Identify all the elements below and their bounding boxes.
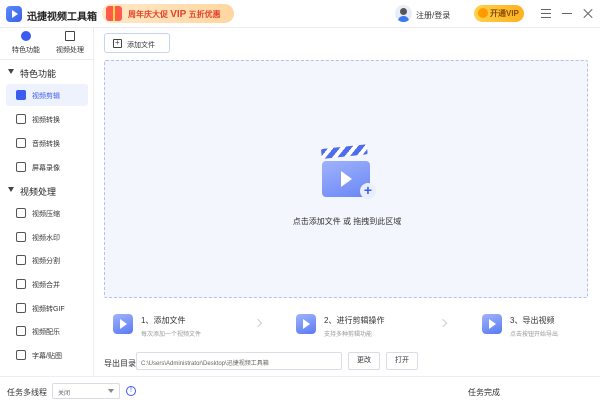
chevron-down-icon	[108, 389, 114, 393]
sidebar-item-video-convert[interactable]: 视频转换	[6, 108, 88, 130]
step-title: 3、导出视频	[510, 316, 555, 325]
music-icon	[16, 326, 26, 336]
step-desc: 点击按钮开始导出	[510, 332, 559, 338]
sidebar-item-video-edit[interactable]: 视频剪辑	[6, 84, 88, 106]
sidebar-item-screen-record[interactable]: 屏幕录像	[6, 156, 88, 178]
close-icon[interactable]	[582, 7, 594, 19]
output-path-field[interactable]: C:\Users\Administrator\Desktop\迅捷视频工具箱	[136, 352, 342, 370]
tab-video-processing[interactable]: 视频处理	[48, 31, 92, 59]
menu-icon[interactable]	[540, 7, 552, 19]
sidebar: 特色功能 视频处理 特色功能 视频剪辑 视频转换 音频转换 屏幕录像 视频处理 …	[0, 28, 94, 376]
sidebar-item-label: 视频转换	[32, 117, 60, 124]
subtitle-icon	[16, 350, 26, 360]
sidebar-item-video-to-gif[interactable]: 视频转GIF	[6, 297, 88, 319]
sidebar-item-label: 字幕/贴图	[32, 353, 62, 360]
video-convert-icon	[16, 114, 26, 124]
step-export: 3、导出视频 点击按钮开始导出	[482, 312, 600, 342]
video-icon	[65, 31, 75, 41]
avatar[interactable]	[395, 5, 412, 22]
sidebar-item-label: 视频转GIF	[32, 306, 65, 313]
promo-text: 周年庆大促 VIP 五折优惠	[128, 9, 221, 20]
group-video-processing[interactable]: 视频处理	[0, 182, 94, 200]
group-featured-label: 特色功能	[20, 69, 57, 79]
step-title: 2、进行剪辑操作	[324, 316, 385, 325]
step-title: 1、添加文件	[141, 316, 186, 325]
caret-down-icon	[8, 187, 14, 192]
promo-prefix: 周年庆大促	[128, 10, 168, 19]
sidebar-item-label: 视频配乐	[32, 329, 60, 336]
multithread-label: 任务多线程	[7, 388, 47, 397]
export-video-icon	[482, 314, 502, 334]
vip-button-label: 开通VIP	[490, 9, 519, 18]
step-desc: 支持多种剪辑功能	[324, 332, 373, 338]
sidebar-item-video-compress[interactable]: 视频压缩	[6, 202, 88, 224]
sidebar-item-label: 视频压缩	[32, 211, 60, 218]
app-logo-icon	[6, 6, 22, 22]
add-file-icon	[113, 38, 122, 48]
sidebar-item-audio-convert[interactable]: 音频转换	[6, 132, 88, 154]
sidebar-tabs: 特色功能 视频处理	[0, 28, 94, 60]
sidebar-item-video-split[interactable]: 视频分割	[6, 249, 88, 271]
add-file-button-label: 添加文件	[127, 42, 155, 49]
sidebar-item-subtitle-sticker[interactable]: 字幕/贴图	[6, 344, 88, 366]
sidebar-item-label: 音频转换	[32, 141, 60, 148]
add-file-button[interactable]: 添加文件	[104, 33, 170, 53]
tab-featured[interactable]: 特色功能	[4, 31, 48, 59]
sidebar-item-label: 视频合并	[32, 282, 60, 289]
caret-down-icon	[8, 69, 14, 74]
status-bar: 任务多线程 关闭 ! 任务完成	[0, 376, 600, 404]
gif-icon	[16, 303, 26, 313]
tab-featured-label: 特色功能	[12, 47, 40, 54]
promo-banner[interactable]: 周年庆大促 VIP 五折优惠	[102, 4, 234, 23]
vip-button[interactable]: 开通VIP	[474, 5, 524, 22]
watermark-icon	[16, 232, 26, 242]
plus-icon: +	[360, 183, 376, 199]
open-dir-button[interactable]: 打开	[386, 352, 418, 370]
help-icon[interactable]: !	[126, 386, 136, 396]
step-desc: 每次添加一个视频文件	[141, 332, 202, 338]
minimize-icon[interactable]	[561, 7, 573, 19]
sidebar-item-label: 视频分割	[32, 258, 60, 265]
change-dir-button[interactable]: 更改	[348, 352, 380, 370]
login-link[interactable]: 注册/登录	[416, 10, 450, 21]
group-featured[interactable]: 特色功能	[0, 64, 94, 82]
promo-vip: VIP	[170, 9, 187, 20]
screen-record-icon	[16, 162, 26, 172]
step-add-file: 1、添加文件 每次添加一个视频文件	[113, 312, 263, 342]
add-video-icon	[113, 314, 133, 334]
video-edit-icon	[16, 90, 26, 100]
crown-icon	[478, 8, 488, 18]
sidebar-item-label: 视频剪辑	[32, 93, 60, 100]
output-dir-label: 导出目录	[104, 359, 136, 368]
promo-suffix: 五折优惠	[188, 10, 221, 19]
task-complete-label: 任务完成	[468, 388, 500, 397]
merge-icon	[16, 279, 26, 289]
file-drop-zone[interactable]: + 点击添加文件 或 拖拽到此区域	[104, 60, 588, 298]
sidebar-item-label: 视频水印	[32, 235, 60, 242]
multithread-value: 关闭	[58, 391, 71, 397]
star-icon	[21, 31, 31, 41]
compress-icon	[16, 208, 26, 218]
sidebar-item-label: 屏幕录像	[32, 165, 60, 172]
group-video-processing-label: 视频处理	[20, 187, 57, 197]
multithread-select[interactable]: 关闭	[52, 383, 120, 399]
gift-icon	[106, 6, 122, 21]
sidebar-item-video-merge[interactable]: 视频合并	[6, 273, 88, 295]
sidebar-item-video-music[interactable]: 视频配乐	[6, 320, 88, 342]
tab-video-processing-label: 视频处理	[56, 47, 84, 54]
drop-hint: 点击添加文件 或 拖拽到此区域	[292, 217, 402, 226]
step-edit: 2、进行剪辑操作 支持多种剪辑功能	[296, 312, 446, 342]
title-bar: 迅捷视频工具箱 周年庆大促 VIP 五折优惠 注册/登录 开通VIP	[0, 0, 600, 28]
clapperboard-icon: +	[320, 144, 376, 199]
edit-video-icon	[296, 314, 316, 334]
app-title: 迅捷视频工具箱	[27, 12, 97, 23]
sidebar-item-video-watermark[interactable]: 视频水印	[6, 226, 88, 248]
audio-icon	[16, 138, 26, 148]
split-icon	[16, 255, 26, 265]
